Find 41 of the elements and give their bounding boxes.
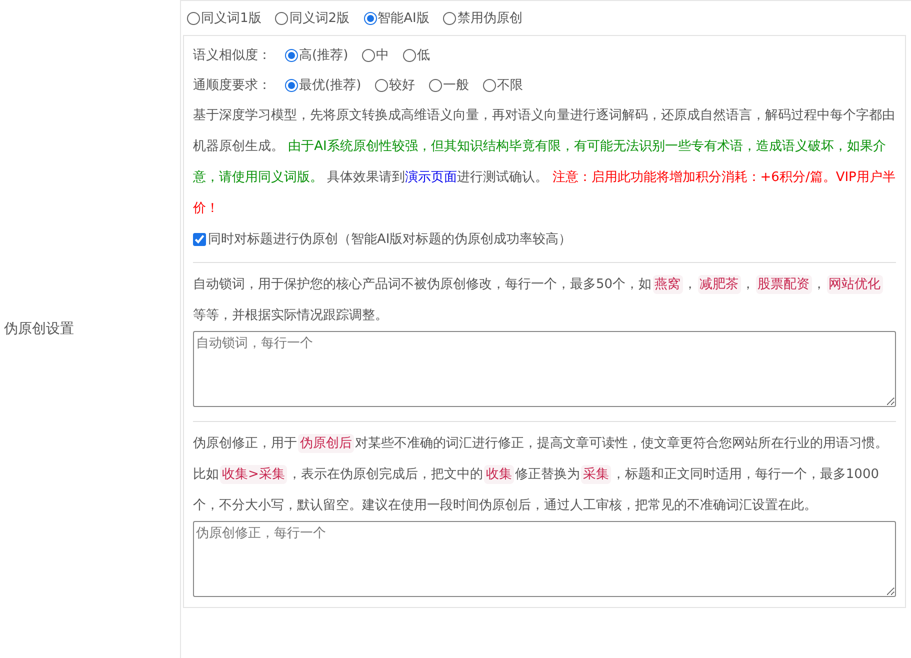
keyword-tag: 燕窝 <box>652 275 683 294</box>
mode-option[interactable]: 同义词2版 <box>275 9 350 27</box>
radio-button[interactable] <box>483 78 496 92</box>
keyword-tag: 收集 <box>484 465 514 484</box>
keyword-tag: 股票配资 <box>756 275 812 294</box>
corrections-description: 伪原创修正，用于 伪原创后 对某些不准确的词汇进行修正，提高文章可读性，使文章更符合您网站所在行业的用语习惯。比如 收集>采集 ，表示在伪原创完成后，把文中的 收集 修正替换为 采集 ，标题和正文同时适用，每行一个，最多1000个，不分大小写，默认留空。建议在使用一段时间伪原创后，通过人工审核，把常见的不准确词汇设置在此。 <box>193 433 889 515</box>
keyword-tag: 采集 <box>580 465 611 484</box>
radio-button[interactable] <box>375 78 388 92</box>
lock-words-description: 自动锁词，用于保护您的核心产品词不被伪原创修改，每行一个，最多50个，如 燕窝 ， 减肥茶 ， 股票配资 ， 网站优化 等等，并根据实际情况跟踪调整。 <box>193 274 884 325</box>
section-label: 伪原创设置 <box>4 320 74 338</box>
fluency-option[interactable]: 最优(推荐) <box>285 76 362 94</box>
title-option[interactable]: 同时对标题进行伪原创（智能AI版对标题的伪原创成功率较高） <box>193 230 572 248</box>
ai-description: 基于深度学习模型，先将原文转换成高维语义向量，再对语义向量进行逐词解码，还原成自然语言，解码过程中每个字都由机器原创生成。 由于AI系统原创性较强，但其知识结构毕竟有限，有可能无法识别一些专有术语，造成语义破坏，如果介意，请使用同义词版。 具体效果请到演示页面进行测试确认。 注意：启用此功能将增加积分消耗：+6积分/篇。VIP用户半价！ <box>193 107 896 218</box>
keyword-tag: 伪原创后 <box>298 434 354 453</box>
fluency-option[interactable]: 一般 <box>429 76 470 94</box>
radio-button[interactable] <box>362 48 376 62</box>
demo-page-link[interactable]: 演示页面 <box>405 170 458 185</box>
fluency-option[interactable]: 较好 <box>375 76 416 94</box>
radio-button[interactable] <box>429 78 442 92</box>
keyword-tag: 减肥茶 <box>698 275 741 294</box>
radio-button[interactable] <box>364 12 377 24</box>
radio-button[interactable] <box>403 48 416 62</box>
mode-option[interactable]: 智能AI版 <box>364 9 430 27</box>
keyword-tag: 收集>采集 <box>220 465 287 484</box>
lock-words-field[interactable]: 自动锁词，每行一个 <box>193 331 896 407</box>
radio-button[interactable] <box>443 12 456 24</box>
similarity-option[interactable]: 中 <box>362 46 390 64</box>
mode-option[interactable]: 禁用伪原创 <box>443 9 522 27</box>
keyword-tag: 网站优化 <box>826 275 883 294</box>
fluency-option[interactable]: 不限 <box>483 76 524 94</box>
similarity-label: 语义相似度： <box>193 47 271 64</box>
fluency-label: 通顺度要求： <box>193 77 271 94</box>
radio-button[interactable] <box>285 48 298 62</box>
radio-button[interactable] <box>275 12 288 24</box>
similarity-option[interactable]: 高(推荐) <box>285 46 348 64</box>
radio-button[interactable] <box>285 78 298 92</box>
checkbox[interactable] <box>193 232 206 246</box>
radio-button[interactable] <box>187 12 200 24</box>
similarity-option[interactable]: 低 <box>403 46 430 64</box>
corrections-field[interactable]: 伪原创修正，每行一个 <box>193 521 896 597</box>
mode-option[interactable]: 同义词1版 <box>187 9 262 27</box>
